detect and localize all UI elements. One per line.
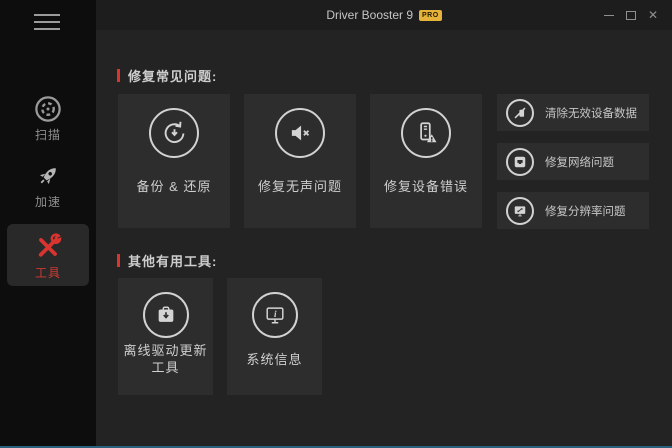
button-fix-network-problem[interactable]: 修复网络问题	[497, 143, 649, 180]
app-title: Driver Booster 9	[326, 8, 413, 22]
sidebar-item-label: 工具	[35, 264, 61, 281]
card-label: 系统信息	[227, 336, 322, 384]
card-label: 备份 & 还原	[118, 176, 230, 195]
close-icon: ✕	[648, 9, 658, 21]
button-label: 清除无效设备数据	[545, 105, 637, 121]
offline-driver-box-icon	[143, 292, 189, 338]
sidebar-item-label: 加速	[35, 193, 61, 210]
sidebar-item-scan[interactable]: 扫描	[7, 86, 89, 144]
card-backup-restore[interactable]: 备份 & 还原	[118, 94, 230, 228]
card-fix-no-sound[interactable]: 修复无声问题	[244, 94, 356, 228]
muted-speaker-icon	[275, 108, 325, 158]
heading-accent-bar	[117, 254, 120, 267]
menu-button[interactable]	[34, 14, 60, 34]
menu-icon	[34, 14, 60, 16]
section-heading-common-fixes: 修复常见问题:	[117, 66, 217, 85]
scan-icon	[33, 92, 63, 126]
close-button[interactable]: ✕	[642, 0, 664, 30]
card-label: 修复设备错误	[370, 176, 482, 195]
network-port-icon	[506, 148, 534, 176]
button-fix-resolution-problem[interactable]: 修复分辨率问题	[497, 192, 649, 229]
sidebar-item-boost[interactable]: 加速	[7, 153, 89, 211]
button-clean-invalid-device-data[interactable]: 清除无效设备数据	[497, 94, 649, 131]
button-label: 修复分辨率问题	[545, 203, 626, 219]
card-offline-driver-updater[interactable]: 离线驱动更新工具	[118, 278, 213, 395]
heading-accent-bar	[117, 69, 120, 82]
card-fix-device-error[interactable]: 修复设备错误	[370, 94, 482, 228]
sidebar-item-tools-active[interactable]: 工具	[7, 224, 89, 286]
sidebar: 扫描 加速	[0, 0, 96, 446]
rocket-icon	[34, 159, 62, 193]
pro-badge: PRO	[419, 10, 442, 21]
device-error-icon	[401, 108, 451, 158]
app-window: Driver Booster 9 PRO ✕ 扫描	[0, 0, 672, 448]
maximize-button[interactable]	[620, 0, 642, 30]
system-info-icon: i	[252, 292, 298, 338]
no-device-icon	[506, 99, 534, 127]
sidebar-item-label: 扫描	[35, 126, 61, 143]
screen-resolution-icon	[506, 197, 534, 225]
svg-text:i: i	[274, 309, 277, 319]
card-system-information[interactable]: i 系统信息	[227, 278, 322, 395]
minimize-icon	[604, 15, 614, 16]
titlebar: Driver Booster 9 PRO ✕	[96, 0, 672, 30]
card-label: 修复无声问题	[244, 176, 356, 195]
card-label: 离线驱动更新工具	[118, 336, 213, 384]
maximize-icon	[626, 11, 636, 20]
section-heading-other-tools: 其他有用工具:	[117, 251, 217, 270]
restore-icon	[149, 108, 199, 158]
button-label: 修复网络问题	[545, 154, 614, 170]
tools-icon	[33, 230, 63, 264]
minimize-button[interactable]	[598, 0, 620, 30]
